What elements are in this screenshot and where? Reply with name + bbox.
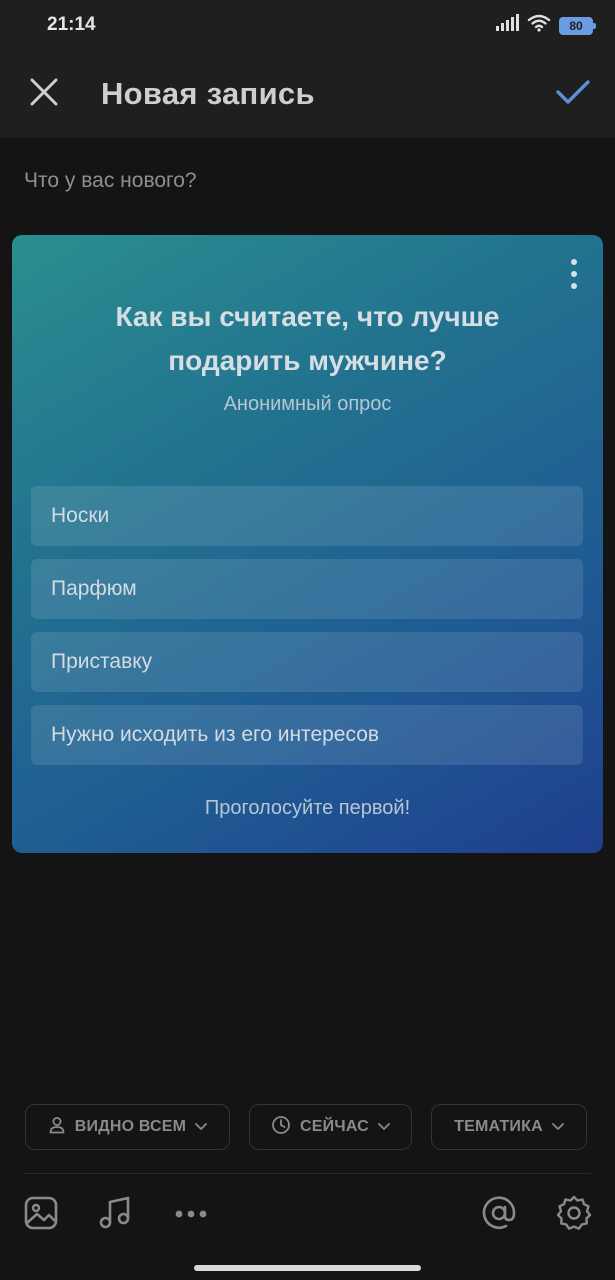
battery-icon: 80: [559, 16, 596, 35]
post-settings-button[interactable]: [551, 1192, 597, 1238]
more-horizontal-icon: [174, 1206, 208, 1224]
poll-type-label: Анонимный опрос: [223, 393, 392, 415]
poll-option[interactable]: Носки: [31, 486, 583, 546]
time-chip[interactable]: СЕЙЧАС: [249, 1104, 412, 1150]
close-button[interactable]: [22, 72, 66, 116]
wifi-icon: [527, 14, 551, 37]
status-icons: 80: [495, 14, 596, 37]
more-attachments-button[interactable]: [168, 1192, 214, 1238]
topic-label: ТЕМАТИКА: [454, 1118, 543, 1135]
chevron-down-icon: [551, 1118, 564, 1136]
poll-option[interactable]: Нужно исходить из его интересов: [31, 705, 583, 765]
screen: 21:14 80 Новая запись Что у вас нового? …: [0, 0, 615, 1280]
topic-chip[interactable]: ТЕМАТИКА: [431, 1104, 587, 1150]
poll-option[interactable]: Парфюм: [31, 559, 583, 619]
publish-button[interactable]: [551, 72, 595, 116]
poll-question: Как вы считаете, что лучше подарить мужч…: [115, 301, 500, 376]
image-icon: [23, 1195, 59, 1236]
visibility-label: ВИДНО ВСЕМ: [74, 1118, 187, 1135]
mention-icon: [481, 1195, 517, 1236]
settings-icon: [555, 1194, 593, 1237]
time-label: СЕЙЧАС: [300, 1118, 369, 1135]
home-indicator[interactable]: [194, 1265, 421, 1271]
header: Новая запись: [0, 50, 615, 138]
divider: [24, 1173, 591, 1174]
post-text-input[interactable]: [24, 163, 584, 199]
chevron-down-icon: [378, 1118, 390, 1136]
page-title: Новая запись: [101, 76, 315, 111]
chevron-down-icon: [195, 1118, 208, 1136]
attach-music-button[interactable]: [92, 1192, 138, 1238]
checkmark-icon: [556, 79, 590, 110]
poll-call-to-action: Проголосуйте первой!: [204, 797, 411, 819]
signal-icon: [495, 14, 519, 37]
poll-option[interactable]: Приставку: [31, 632, 583, 692]
status-bar: 21:14 80: [0, 0, 615, 50]
mention-button[interactable]: [476, 1192, 522, 1238]
music-icon: [97, 1195, 133, 1236]
more-vertical-icon[interactable]: [563, 259, 585, 289]
visibility-chip[interactable]: ВИДНО ВСЕМ: [25, 1104, 230, 1150]
status-time: 21:14: [47, 14, 96, 35]
attach-image-button[interactable]: [18, 1192, 64, 1238]
close-icon: [30, 78, 58, 111]
battery-level: 80: [569, 18, 583, 33]
poll-card: Как вы считаете, что лучше подарить мужч…: [12, 235, 603, 853]
user-icon: [48, 1116, 66, 1139]
clock-icon: [271, 1115, 291, 1140]
